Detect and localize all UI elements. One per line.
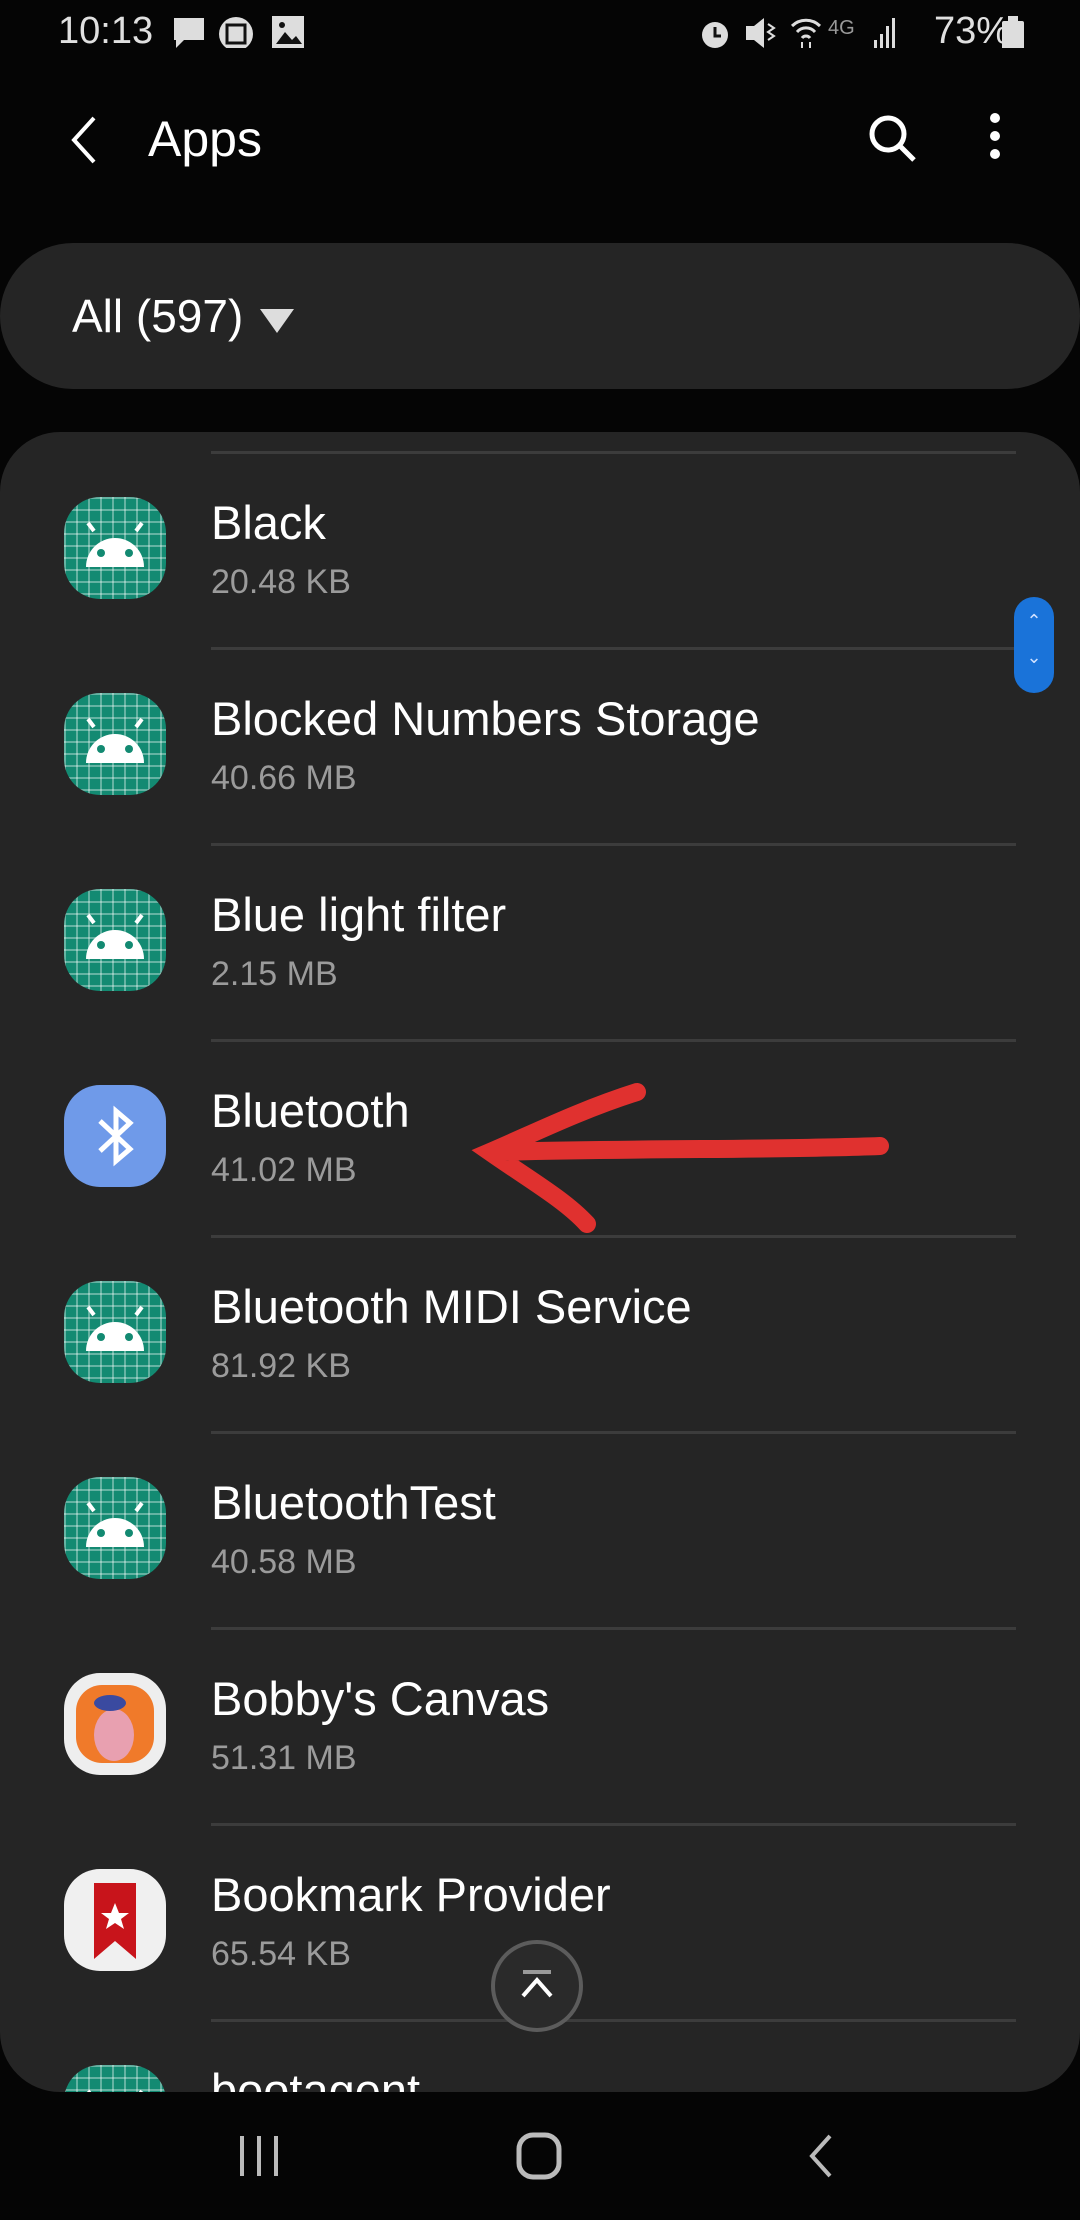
app-bar: Apps (0, 90, 1080, 190)
recent-apps-button[interactable] (236, 2132, 282, 2180)
divider (211, 451, 1016, 454)
app-list-item[interactable]: Black 20.48 KB (0, 451, 1080, 647)
image-icon (272, 16, 304, 48)
wifi-icon (790, 18, 822, 48)
app-name: Blue light filter (211, 888, 507, 941)
app-name: Bluetooth MIDI Service (211, 1280, 692, 1333)
fast-scroll-handle[interactable]: ⌃ ⌄ (1014, 597, 1054, 693)
app-filter-dropdown[interactable]: All (597) (0, 243, 1080, 389)
scroll-to-top-button[interactable] (491, 1940, 583, 2032)
bookmark-icon (64, 1869, 166, 1971)
screen-icon (219, 17, 253, 48)
divider (211, 2019, 1016, 2022)
divider (211, 1431, 1016, 1434)
divider (211, 1627, 1016, 1630)
app-list-item[interactable]: BluetoothTest 40.58 MB (0, 1431, 1080, 1627)
divider (211, 1823, 1016, 1826)
app-size: 40.58 MB (211, 1543, 357, 1581)
dropdown-caret-icon (260, 309, 294, 333)
message-icon (174, 18, 204, 48)
app-list: Black 20.48 KB Blocked Numbers Storage 40.6… (0, 432, 1080, 2092)
android-app-icon (64, 2065, 166, 2092)
search-icon[interactable] (864, 110, 920, 166)
back-button[interactable] (60, 112, 110, 168)
app-name: Bobby's Canvas (211, 1672, 550, 1725)
signal-icon (874, 18, 895, 48)
app-name: bootagent (211, 2064, 421, 2092)
more-options-icon[interactable] (980, 108, 1010, 172)
app-size: 65.54 KB (211, 1935, 351, 1973)
app-size: 81.92 KB (211, 1347, 351, 1385)
filter-label: All (597) (72, 290, 244, 342)
android-app-icon (64, 1477, 166, 1579)
android-app-icon (64, 1281, 166, 1383)
back-nav-button[interactable] (802, 2132, 838, 2180)
app-name: Bluetooth (211, 1084, 410, 1137)
status-bar: 10:13 4G 73% (0, 0, 1080, 70)
home-button[interactable] (516, 2132, 562, 2180)
status-time: 10:13 (58, 10, 154, 52)
4g-icon: 4G (828, 17, 855, 39)
bobbys-canvas-icon (64, 1673, 166, 1775)
svg-text:4G: 4G (828, 17, 855, 39)
divider (211, 843, 1016, 846)
mute-icon (746, 18, 776, 48)
battery-icon (1002, 16, 1024, 48)
app-size: 20.48 KB (211, 563, 351, 601)
navigation-bar (0, 2092, 1080, 2220)
app-name: Bookmark Provider (211, 1868, 611, 1921)
app-list-item[interactable]: Blocked Numbers Storage 40.66 MB (0, 647, 1080, 843)
app-size: 40.66 MB (211, 759, 357, 797)
divider (211, 647, 1016, 650)
android-app-icon (64, 889, 166, 991)
app-size: 2.15 MB (211, 955, 338, 993)
android-app-icon (64, 693, 166, 795)
divider (211, 1235, 1016, 1238)
divider (211, 1039, 1016, 1042)
app-name: Blocked Numbers Storage (211, 692, 760, 745)
app-name: BluetoothTest (211, 1476, 496, 1529)
page-title: Apps (148, 111, 262, 167)
app-list-item[interactable]: Bluetooth MIDI Service 81.92 KB (0, 1235, 1080, 1431)
android-app-icon (64, 497, 166, 599)
bluetooth-icon (64, 1085, 166, 1187)
app-list-item[interactable]: Bobby's Canvas 51.31 MB (0, 1627, 1080, 1823)
app-size: 41.02 MB (211, 1151, 357, 1189)
alarm-icon (702, 22, 728, 48)
app-size: 51.31 MB (211, 1739, 357, 1777)
app-name: Black (211, 496, 326, 549)
battery-percent: 73% (933, 10, 1010, 52)
app-list-item[interactable]: Bluetooth 41.02 MB (0, 1039, 1080, 1235)
app-list-item[interactable]: Blue light filter 2.15 MB (0, 843, 1080, 1039)
